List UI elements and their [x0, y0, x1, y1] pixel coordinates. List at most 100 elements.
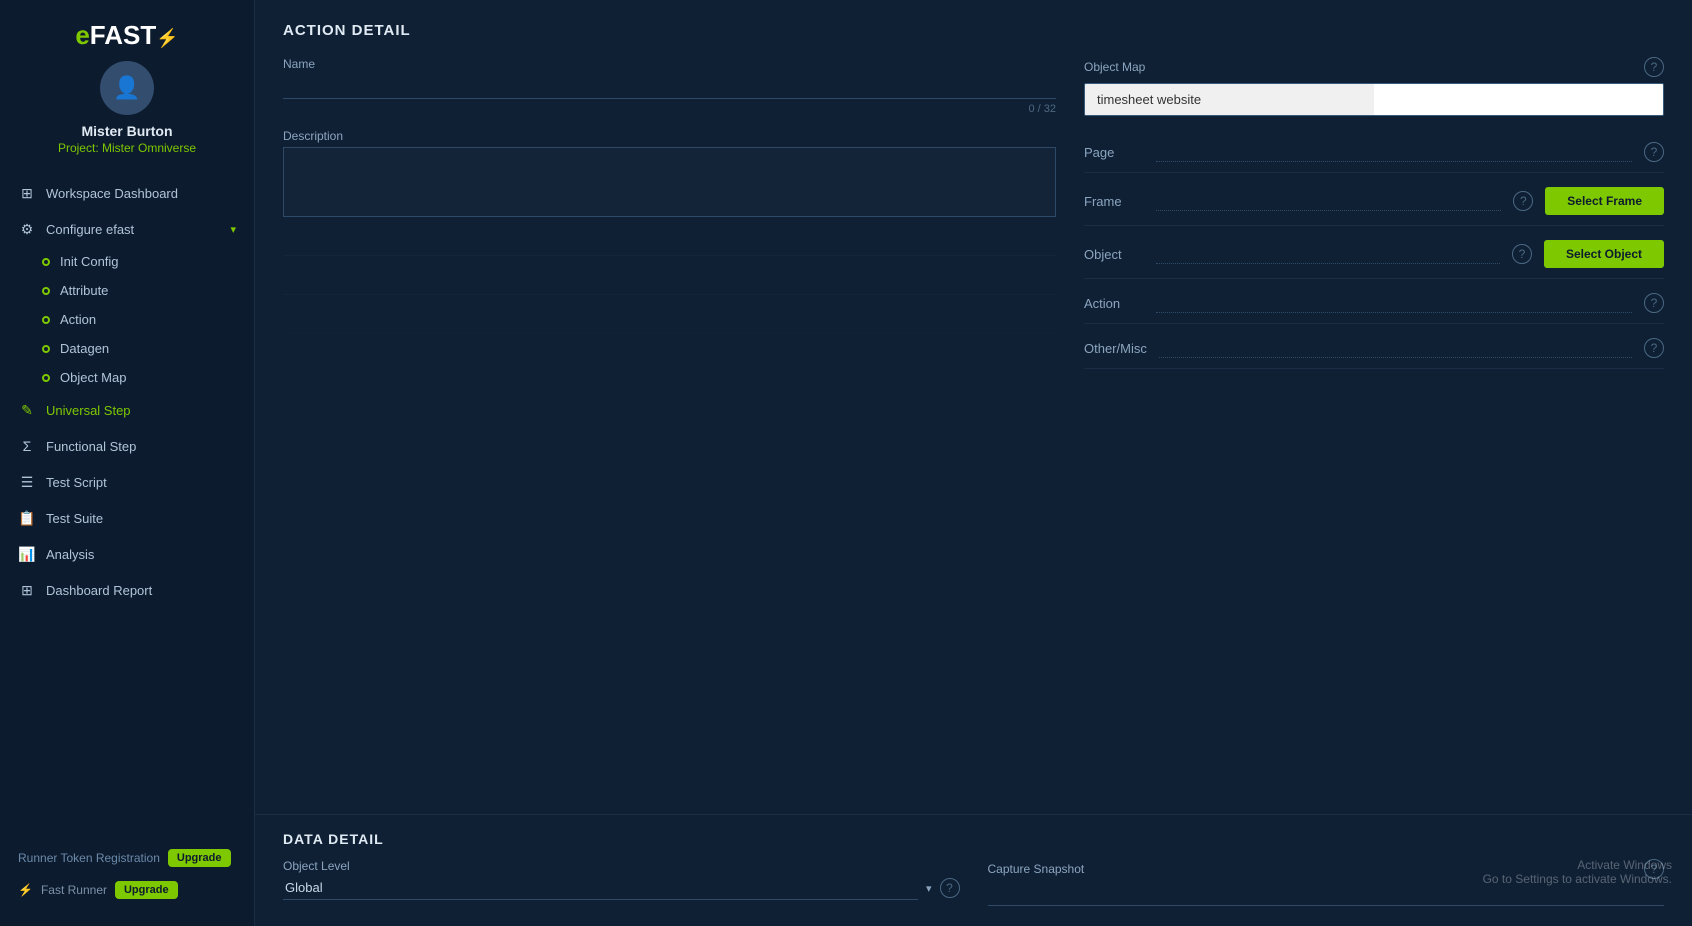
- nav-section: ⊞ Workspace Dashboard ⚙ Configure efast …: [0, 175, 254, 608]
- chevron-down-icon: ▾: [230, 223, 236, 236]
- sidebar-item-label: Test Suite: [46, 511, 236, 526]
- sidebar-item-label: Universal Step: [46, 403, 236, 418]
- object-level-select[interactable]: Global: [283, 876, 918, 900]
- object-map-extra: [1374, 84, 1663, 115]
- object-map-input[interactable]: [1085, 84, 1374, 115]
- object-level-help-icon[interactable]: ?: [940, 878, 960, 898]
- action-detail-title: ACTION DETAIL: [283, 22, 1664, 39]
- sidebar-item-analysis[interactable]: 📊 Analysis: [0, 536, 254, 572]
- logo-area: eFAST⚡ 👤 Mister Burton Project: Mister O…: [0, 0, 254, 169]
- object-map-row: Object Map ?: [1084, 57, 1664, 116]
- name-field-group: Name 0 / 32: [283, 57, 1056, 115]
- select-frame-button[interactable]: Select Frame: [1545, 187, 1664, 215]
- sidebar-item-functional-step[interactable]: Σ Functional Step: [0, 428, 254, 464]
- page-input[interactable]: [1156, 142, 1632, 162]
- name-label: Name: [283, 57, 1056, 71]
- object-level-field: Object Level Global ▾ ?: [283, 859, 960, 906]
- frame-label: Frame: [1084, 194, 1144, 209]
- capture-snapshot-input[interactable]: [988, 882, 1665, 906]
- sidebar-item-dashboard-report[interactable]: ⊞ Dashboard Report: [0, 572, 254, 608]
- capture-snapshot-label: Capture Snapshot: [988, 862, 1085, 876]
- action-detail-form: Name 0 / 32 Description Object M: [283, 57, 1664, 369]
- sidebar-item-label: Functional Step: [46, 439, 236, 454]
- sidebar-item-attribute[interactable]: Attribute: [0, 276, 254, 305]
- left-column: Name 0 / 32 Description: [283, 57, 1056, 369]
- sidebar-item-object-map[interactable]: Object Map: [0, 363, 254, 392]
- test-suite-icon: 📋: [18, 509, 36, 527]
- data-detail-row: Object Level Global ▾ ? Capture Snapshot…: [283, 859, 1664, 906]
- sidebar-item-label: Attribute: [60, 283, 108, 298]
- select-object-button[interactable]: Select Object: [1544, 240, 1664, 268]
- chevron-down-icon: ▾: [926, 882, 932, 895]
- sidebar-item-universal-step[interactable]: ✎ Universal Step: [0, 392, 254, 428]
- description-input[interactable]: [283, 147, 1056, 217]
- object-field-row: Object ? Select Object: [1084, 226, 1664, 279]
- gear-icon: ⚙: [18, 220, 36, 238]
- dot-icon: [42, 258, 50, 266]
- description-field-group: Description: [283, 129, 1056, 217]
- object-help-icon[interactable]: ?: [1512, 244, 1532, 264]
- logo-e: e: [75, 20, 89, 50]
- action-label: Action: [1084, 296, 1144, 311]
- action-field-row: Action ?: [1084, 279, 1664, 324]
- avatar: 👤: [100, 61, 154, 115]
- sidebar-item-label: Dashboard Report: [46, 583, 236, 598]
- runner-token-upgrade-button[interactable]: Upgrade: [168, 849, 231, 867]
- functional-step-icon: Σ: [18, 437, 36, 455]
- main-content: ACTION DETAIL Name 0 / 32 Description: [255, 0, 1692, 926]
- sidebar-item-workspace-dashboard[interactable]: ⊞ Workspace Dashboard: [0, 175, 254, 211]
- page-label: Page: [1084, 145, 1144, 160]
- grid-icon: ⊞: [18, 184, 36, 202]
- data-detail-title: DATA DETAIL: [283, 831, 1664, 847]
- sidebar-item-label: Configure efast: [46, 222, 220, 237]
- other-misc-input[interactable]: [1159, 338, 1632, 358]
- logo-fast: FAST: [90, 20, 156, 50]
- runner-token-registration: Runner Token Registration Upgrade: [16, 842, 238, 874]
- action-help-icon[interactable]: ?: [1644, 293, 1664, 313]
- other-misc-help-icon[interactable]: ?: [1644, 338, 1664, 358]
- frame-field-row: Frame ? Select Frame: [1084, 173, 1664, 226]
- sidebar-item-test-script[interactable]: ☰ Test Script: [0, 464, 254, 500]
- fast-runner-icon: ⚡: [18, 883, 33, 897]
- sidebar-item-label: Object Map: [60, 370, 126, 385]
- runner-token-label: Runner Token Registration: [18, 851, 160, 865]
- fast-runner-upgrade-button[interactable]: Upgrade: [115, 881, 178, 899]
- dot-icon: [42, 287, 50, 295]
- sidebar-item-label: Datagen: [60, 341, 109, 356]
- sidebar-item-test-suite[interactable]: 📋 Test Suite: [0, 500, 254, 536]
- content-area: ACTION DETAIL Name 0 / 32 Description: [255, 0, 1692, 814]
- sidebar-item-configure-efast[interactable]: ⚙ Configure efast ▾: [0, 211, 254, 247]
- frame-help-icon[interactable]: ?: [1513, 191, 1533, 211]
- fast-runner: ⚡ Fast Runner Upgrade: [16, 874, 238, 906]
- sidebar: eFAST⚡ 👤 Mister Burton Project: Mister O…: [0, 0, 255, 926]
- sidebar-item-label: Test Script: [46, 475, 236, 490]
- analysis-icon: 📊: [18, 545, 36, 563]
- sidebar-item-init-config[interactable]: Init Config: [0, 247, 254, 276]
- capture-snapshot-field: Capture Snapshot ?: [988, 859, 1665, 906]
- dot-icon: [42, 345, 50, 353]
- dashboard-report-icon: ⊞: [18, 581, 36, 599]
- other-misc-field-row: Other/Misc ?: [1084, 324, 1664, 369]
- object-map-label: Object Map: [1084, 60, 1145, 74]
- page-field-row: Page ?: [1084, 128, 1664, 173]
- frame-input[interactable]: [1156, 191, 1501, 211]
- char-count: 0 / 32: [283, 103, 1056, 115]
- sidebar-item-label: Analysis: [46, 547, 236, 562]
- object-level-select-row: Global ▾ ?: [283, 876, 960, 900]
- page-help-icon[interactable]: ?: [1644, 142, 1664, 162]
- sidebar-item-label: Action: [60, 312, 96, 327]
- object-input[interactable]: [1156, 244, 1500, 264]
- sidebar-footer: Runner Token Registration Upgrade ⚡ Fast…: [0, 834, 254, 914]
- object-map-input-row: [1084, 83, 1664, 116]
- sidebar-item-datagen[interactable]: Datagen: [0, 334, 254, 363]
- user-name: Mister Burton: [82, 123, 173, 139]
- object-level-label: Object Level: [283, 859, 960, 873]
- sidebar-item-action[interactable]: Action: [0, 305, 254, 334]
- action-input[interactable]: [1156, 293, 1632, 313]
- capture-snapshot-help-icon[interactable]: ?: [1644, 859, 1664, 879]
- dot-icon: [42, 374, 50, 382]
- dot-icon: [42, 316, 50, 324]
- name-input[interactable]: [283, 75, 1056, 99]
- data-detail-section: DATA DETAIL Object Level Global ▾ ? Capt…: [255, 814, 1692, 926]
- object-map-help-icon[interactable]: ?: [1644, 57, 1664, 77]
